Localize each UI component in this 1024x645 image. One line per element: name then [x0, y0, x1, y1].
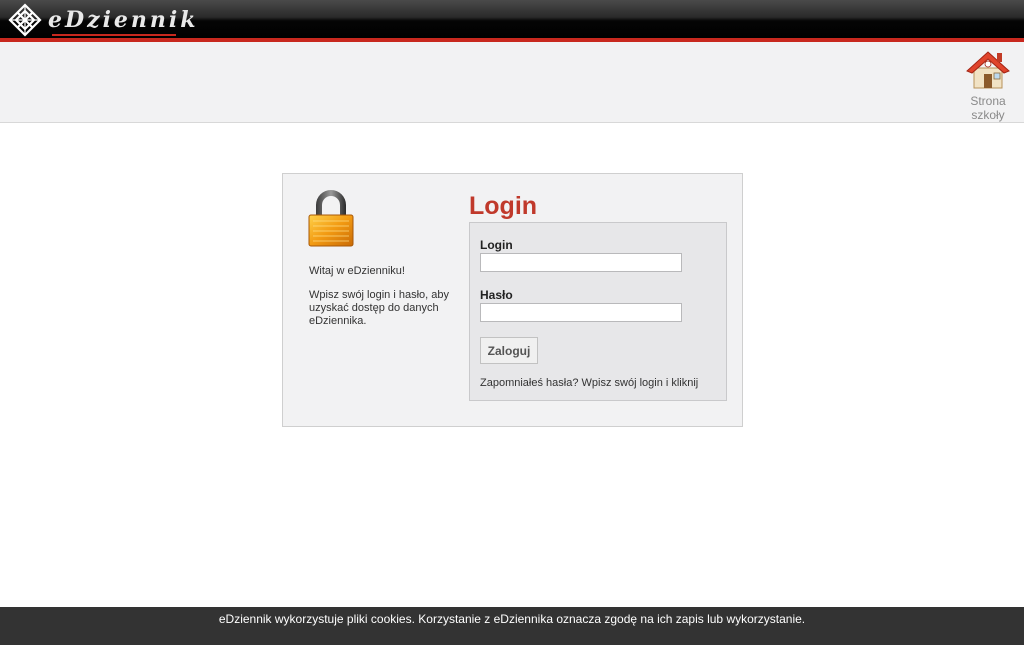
home-link[interactable]: Strona szkoły	[960, 46, 1016, 122]
description-text: Wpisz swój login i hasło, aby uzyskać do…	[309, 289, 450, 327]
login-button[interactable]: Zaloguj	[480, 337, 538, 364]
top-bar: eDziennik	[0, 0, 1024, 38]
logo-mark-icon	[8, 3, 42, 37]
login-label: Login	[480, 238, 513, 252]
login-input[interactable]	[480, 253, 682, 272]
cookie-notice: eDziennik wykorzystuje pliki cookies. Ko…	[0, 607, 1024, 645]
password-input[interactable]	[480, 303, 682, 322]
logo-text: eDziennik	[48, 7, 199, 33]
logo-underline	[52, 34, 176, 36]
login-title: Login	[469, 192, 538, 220]
home-icon	[966, 51, 1010, 89]
password-label: Hasło	[480, 288, 513, 302]
login-form: Login Hasło Zaloguj Zapomniałeś hasła? W…	[469, 222, 727, 401]
forgot-password-text: Zapomniałeś hasła? Wpisz swój login i kl…	[480, 377, 699, 389]
lock-icon	[308, 190, 354, 247]
home-label-line1: Strona	[970, 94, 1006, 108]
home-label-line2: szkoły	[971, 108, 1005, 122]
toolbar: Strona szkoły	[0, 42, 1024, 123]
welcome-text: Witaj w eDzienniku!	[309, 265, 405, 277]
login-panel: Witaj w eDzienniku! Wpisz swój login i h…	[282, 173, 743, 427]
